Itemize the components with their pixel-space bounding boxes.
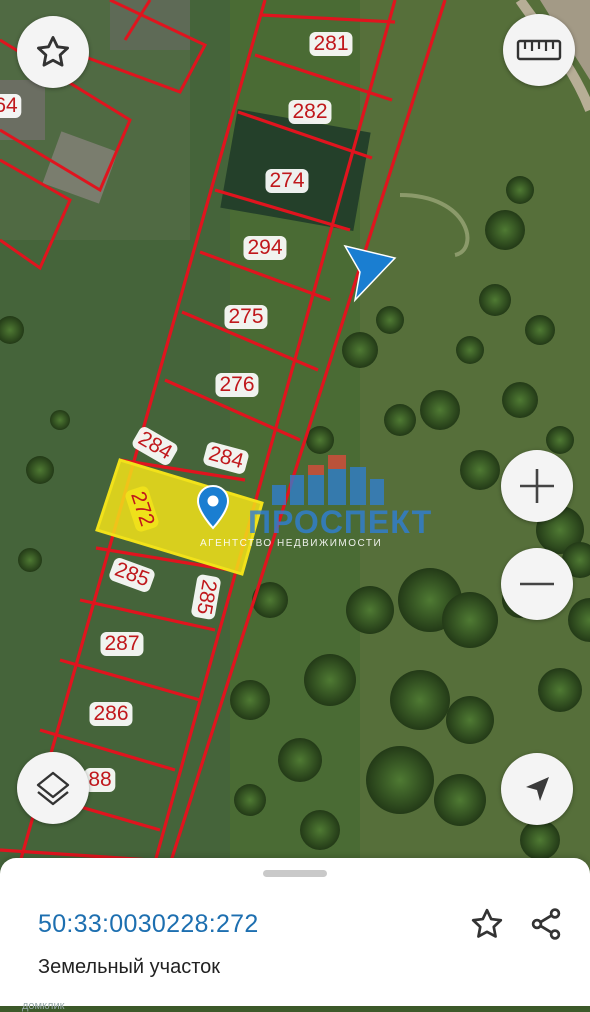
- my-location-button[interactable]: [501, 753, 573, 825]
- brand-watermark: домклик: [22, 1000, 65, 1012]
- agency-name: ПРОСПЕКТ: [248, 504, 433, 540]
- cadastral-number[interactable]: 50:33:0030228:272: [38, 910, 259, 939]
- agency-tagline: АГЕНТСТВО НЕДВИЖИМОСТИ: [200, 538, 383, 549]
- plot-label: 286: [89, 702, 133, 726]
- ruler-icon: [516, 39, 562, 61]
- satellite-map[interactable]: 281 282 274 294 275 276 284 284 272 285 …: [0, 0, 590, 880]
- map-imagery: [0, 0, 590, 880]
- plot-label: 287: [100, 632, 144, 656]
- plot-label: 294: [243, 236, 287, 260]
- star-icon: [471, 908, 503, 938]
- plot-label: 274: [265, 169, 309, 193]
- layers-icon: [36, 771, 70, 806]
- navigation-arrow-icon: [526, 777, 549, 801]
- layers-button[interactable]: [17, 752, 89, 824]
- zoom-in-button[interactable]: [501, 450, 573, 522]
- plot-label: 281: [309, 32, 353, 56]
- plot-label: 64: [0, 94, 22, 118]
- plus-icon: [520, 469, 554, 503]
- location-pin-icon[interactable]: [196, 484, 230, 532]
- ruler-button[interactable]: [503, 14, 575, 86]
- star-icon: [37, 36, 69, 67]
- share-button[interactable]: [526, 904, 566, 944]
- sheet-drag-handle[interactable]: [263, 870, 327, 877]
- plot-label: 88: [84, 768, 116, 792]
- zoom-out-button[interactable]: [501, 548, 573, 620]
- favorite-button[interactable]: [17, 16, 89, 88]
- plot-label: 275: [224, 305, 268, 329]
- object-type: Земельный участок: [38, 956, 221, 978]
- minus-icon: [520, 582, 554, 586]
- bottom-sheet[interactable]: 50:33:0030228:272 Земельный участок: [0, 858, 590, 1006]
- plot-label: 276: [215, 373, 259, 397]
- favorite-sheet-button[interactable]: [467, 904, 507, 944]
- share-icon: [531, 908, 561, 940]
- plot-label: 282: [288, 100, 332, 124]
